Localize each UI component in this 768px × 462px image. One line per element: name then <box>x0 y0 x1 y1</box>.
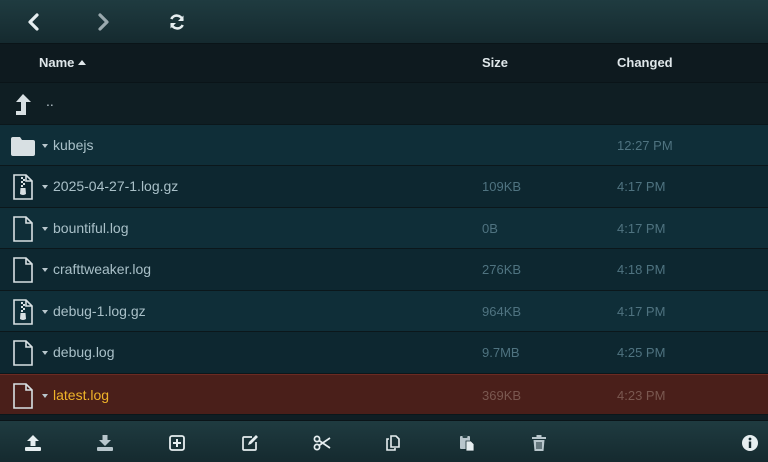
copy-icon <box>386 435 400 451</box>
file-size: 9.7MB <box>482 345 520 360</box>
file-name: debug.log <box>53 344 115 360</box>
back-button[interactable] <box>18 8 48 36</box>
new-item-button[interactable] <box>167 433 187 453</box>
file-size: 369KB <box>482 387 522 403</box>
file-changed: 4:17 PM <box>617 220 666 236</box>
file-size: 0B <box>482 220 498 236</box>
file-row[interactable]: crafttweaker.log 276KB 4:18 PM <box>0 249 768 291</box>
file-name: bountiful.log <box>53 219 129 236</box>
row-menu-caret-icon[interactable] <box>42 143 48 148</box>
bottom-toolbar <box>0 420 768 462</box>
row-menu-caret-icon[interactable] <box>42 351 48 355</box>
file-size: 964KB <box>482 303 522 319</box>
file-icon <box>13 257 33 283</box>
delete-button[interactable] <box>529 433 549 453</box>
level-up-icon <box>16 94 31 115</box>
parent-directory-label: .. <box>46 93 54 109</box>
file-name: kubejs <box>53 136 94 153</box>
file-name: debug-1.log.gz <box>53 302 146 319</box>
file-changed: 4:17 PM <box>617 179 666 194</box>
file-row[interactable]: bountiful.log 0B 4:17 PM <box>0 207 768 249</box>
upload-button[interactable] <box>23 433 43 453</box>
chevron-right-icon <box>98 13 109 31</box>
file-changed: 4:25 PM <box>617 345 666 360</box>
file-changed: 4:23 PM <box>617 387 666 403</box>
file-changed: 4:18 PM <box>617 262 666 277</box>
refresh-icon <box>170 14 184 30</box>
file-row[interactable]: 2025-04-27-1.log.gz 109KB 4:17 PM <box>0 166 768 208</box>
file-size: 109KB <box>482 179 522 194</box>
file-icon <box>13 215 33 242</box>
file-changed: 12:27 PM <box>617 137 673 153</box>
file-name: 2025-04-27-1.log.gz <box>53 178 179 194</box>
file-icon <box>13 340 33 366</box>
file-icon <box>13 382 33 409</box>
file-name: latest.log <box>53 386 110 403</box>
column-changed[interactable]: Changed <box>617 55 673 70</box>
new-item-icon <box>169 435 185 451</box>
column-changed-label: Changed <box>617 55 673 70</box>
info-icon <box>742 435 758 451</box>
rename-button[interactable] <box>240 433 260 453</box>
archive-file-icon <box>13 174 33 200</box>
paste-icon <box>460 435 475 452</box>
file-changed: 4:17 PM <box>617 303 666 319</box>
refresh-button[interactable] <box>162 8 192 36</box>
forward-button[interactable] <box>89 8 119 36</box>
file-list: .. kubejs 12:27 PM 2025-04-27-1.log.gz 1… <box>0 83 768 415</box>
paste-button[interactable] <box>457 433 477 453</box>
info-button[interactable] <box>740 433 760 453</box>
column-size-label: Size <box>482 55 509 70</box>
row-menu-caret-icon[interactable] <box>42 226 48 231</box>
row-menu-caret-icon[interactable] <box>42 393 48 398</box>
row-menu-caret-icon[interactable] <box>42 268 48 272</box>
column-size[interactable]: Size <box>482 55 508 70</box>
copy-button[interactable] <box>384 433 404 453</box>
archive-file-icon <box>13 298 33 325</box>
sort-ascending-icon <box>78 60 87 66</box>
upload-icon <box>25 435 41 451</box>
download-button[interactable] <box>95 433 115 453</box>
folder-icon <box>11 136 35 156</box>
row-menu-caret-icon[interactable] <box>42 309 48 314</box>
cut-button[interactable] <box>312 433 332 453</box>
cut-icon <box>313 435 331 451</box>
column-header: Name Size Changed <box>0 44 768 83</box>
file-row-selected[interactable]: latest.log 369KB 4:23 PM <box>0 373 768 415</box>
file-name: crafttweaker.log <box>53 261 152 277</box>
chevron-left-icon <box>28 13 39 31</box>
column-name[interactable]: Name <box>39 55 87 70</box>
column-name-label: Name <box>39 55 75 70</box>
row-menu-caret-icon[interactable] <box>42 185 48 189</box>
delete-icon <box>532 435 546 451</box>
file-row[interactable]: debug.log 9.7MB 4:25 PM <box>0 332 768 374</box>
file-size: 276KB <box>482 262 522 277</box>
file-row[interactable]: debug-1.log.gz 964KB 4:17 PM <box>0 290 768 332</box>
parent-directory-row[interactable]: .. <box>0 83 768 125</box>
rename-icon <box>242 435 258 451</box>
download-icon <box>97 435 113 451</box>
file-row[interactable]: kubejs 12:27 PM <box>0 124 768 166</box>
top-toolbar <box>0 0 768 44</box>
